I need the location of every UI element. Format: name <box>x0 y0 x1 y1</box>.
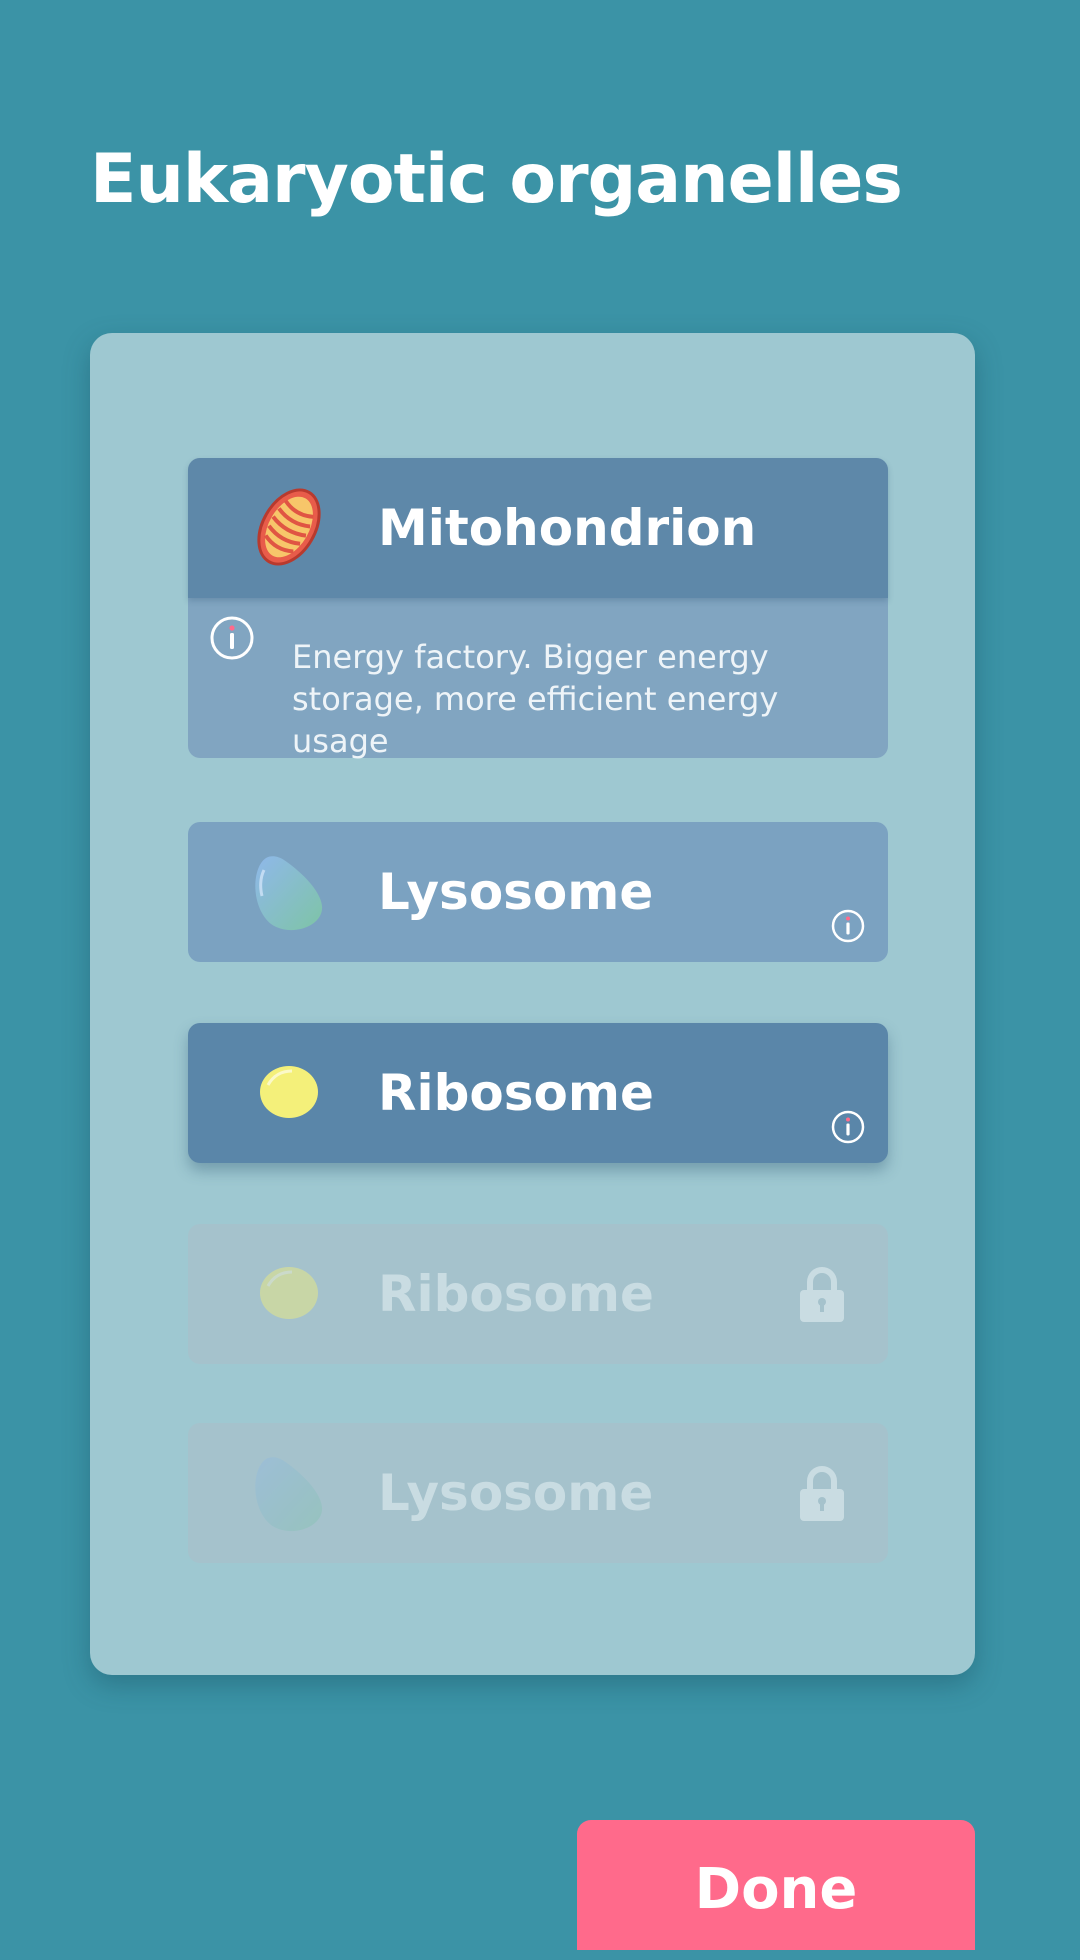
organelle-card-header[interactable]: Lysosome <box>188 822 888 962</box>
organelle-panel: Mitohondrion Energy factory. Bigger ener… <box>90 333 975 1675</box>
lock-icon <box>800 1466 844 1521</box>
organelle-card-header[interactable]: Mitohondrion <box>188 458 888 598</box>
organelle-name: Lysosome <box>378 863 654 921</box>
page-title: Eukaryotic organelles <box>90 140 903 219</box>
organelle-card-ribosome-locked: Ribosome <box>188 1224 888 1364</box>
info-icon[interactable] <box>208 614 256 662</box>
organelle-card-header: Lysosome <box>188 1423 888 1563</box>
lysosome-icon <box>255 1457 323 1532</box>
organelle-description-panel: Energy factory. Bigger energy storage, m… <box>188 598 888 760</box>
organelle-description: Energy factory. Bigger energy storage, m… <box>292 638 779 760</box>
done-button[interactable]: Done <box>577 1820 975 1950</box>
organelle-name: Ribosome <box>378 1064 654 1122</box>
lock-icon <box>800 1267 844 1322</box>
organelle-card-mitochondrion[interactable]: Mitohondrion Energy factory. Bigger ener… <box>188 458 888 760</box>
info-icon[interactable] <box>830 1109 866 1145</box>
ribosome-icon <box>260 1267 318 1319</box>
organelle-name: Lysosome <box>378 1464 654 1522</box>
organelle-name: Mitohondrion <box>378 499 757 557</box>
mitochondrion-icon <box>257 488 321 566</box>
organelle-card-ribosome[interactable]: Ribosome <box>188 1023 888 1163</box>
organelle-name: Ribosome <box>378 1265 654 1323</box>
info-icon[interactable] <box>830 908 866 944</box>
lysosome-icon <box>255 856 323 931</box>
organelle-card-header[interactable]: Ribosome <box>188 1023 888 1163</box>
ribosome-icon <box>260 1066 318 1118</box>
organelle-card-lysosome-locked: Lysosome <box>188 1423 888 1563</box>
organelle-card-header: Ribosome <box>188 1224 888 1364</box>
organelle-card-lysosome[interactable]: Lysosome <box>188 822 888 962</box>
